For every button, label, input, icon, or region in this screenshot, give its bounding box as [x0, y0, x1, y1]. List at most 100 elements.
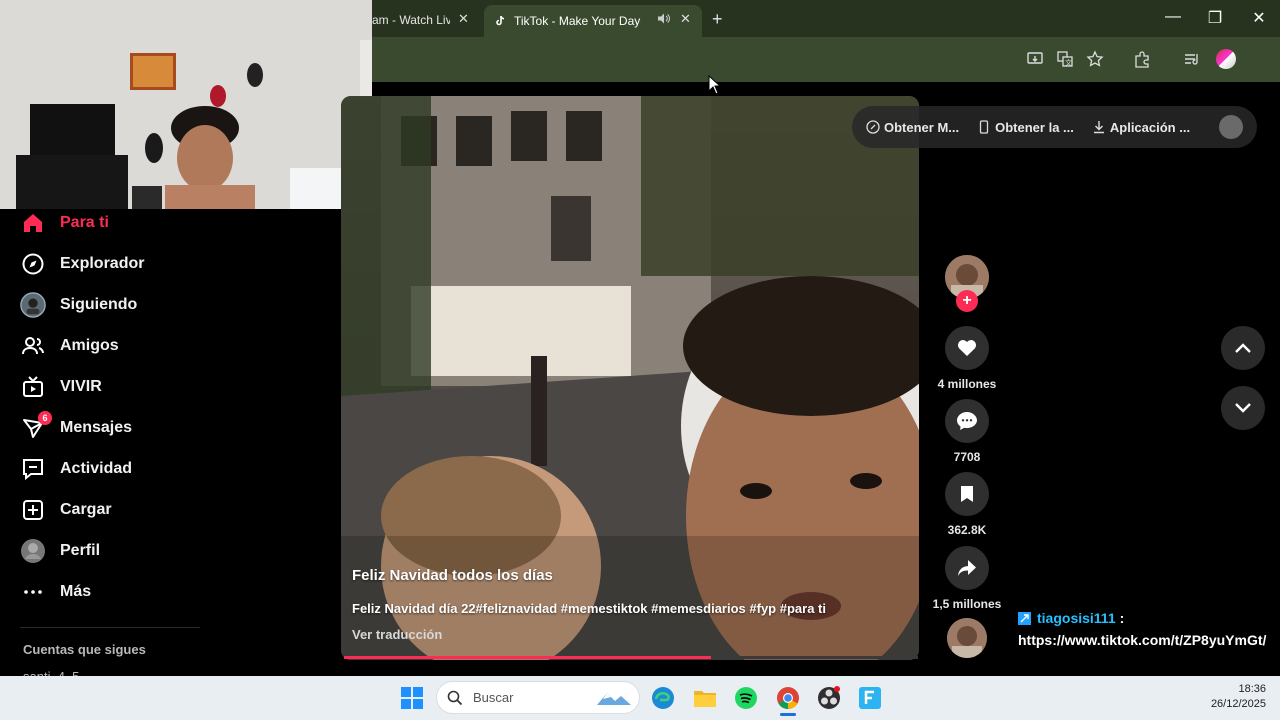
bookmark-icon: [961, 486, 973, 502]
bookmark-star-icon[interactable]: [1086, 50, 1104, 68]
screen: am - Watch Live ✕ TikTok - Make Your Day…: [0, 0, 1280, 720]
pill-label: Obtener la ...: [995, 119, 1074, 135]
sidebar-item-label: Explorador: [60, 255, 145, 272]
video-progress-fill: [344, 656, 712, 659]
new-tab-button[interactable]: +: [712, 9, 723, 30]
live-tv-icon: [20, 374, 46, 400]
video-progress-bar[interactable]: [344, 656, 918, 659]
sidebar-item-label: Actividad: [60, 460, 133, 477]
tab-close-icon[interactable]: ✕: [680, 11, 691, 27]
download-icon: [1093, 121, 1104, 134]
sidebar-item-mas[interactable]: Más: [20, 578, 91, 606]
translate-icon[interactable]: 文: [1056, 50, 1074, 68]
sidebar-item-actividad[interactable]: Actividad: [20, 455, 132, 483]
comment-link[interactable]: https://www.tiktok.com/t/ZP8yuYmGt/: [1018, 632, 1266, 648]
sidebar-item-label: Mensajes: [60, 419, 133, 436]
webcam-image: [0, 0, 372, 209]
heart-icon: [957, 340, 977, 356]
taskbar-clock[interactable]: 18:36 26/12/2025: [1211, 682, 1266, 712]
search-highlight-icon: [597, 692, 631, 705]
user-avatar[interactable]: [1219, 115, 1243, 139]
spotify-icon[interactable]: [734, 686, 758, 710]
sidebar-item-cargar[interactable]: Cargar: [20, 496, 112, 524]
messages-icon: 6: [20, 411, 52, 441]
music-disc-avatar[interactable]: [947, 618, 987, 658]
close-window-button[interactable]: ✕: [1244, 8, 1274, 28]
minimize-button[interactable]: —: [1158, 8, 1188, 26]
compass-icon: [20, 251, 46, 277]
share-count: 1,5 millones: [932, 597, 1002, 611]
video-description[interactable]: Feliz Navidad día 22#feliznavidad #memes…: [352, 601, 826, 616]
sidebar-item-para-ti[interactable]: Para ti: [20, 209, 109, 237]
sidebar-item-label: Más: [60, 583, 92, 600]
get-app-button[interactable]: Obtener la ...: [977, 120, 1074, 135]
chrome-icon[interactable]: [776, 686, 800, 710]
windows-taskbar: [0, 676, 1280, 720]
comment-button[interactable]: [945, 399, 989, 443]
clock-date: 26/12/2025: [1210, 698, 1266, 710]
mouse-cursor-icon: [708, 75, 722, 95]
video-title: Feliz Navidad todos los días: [352, 567, 553, 584]
follow-button[interactable]: +: [956, 290, 978, 312]
search-icon: [447, 690, 463, 705]
extensions-icon[interactable]: [1133, 50, 1151, 68]
coin-icon: [866, 120, 880, 134]
sidebar-item-label: Amigos: [60, 337, 119, 354]
activity-icon: [20, 456, 46, 482]
following-accounts-heading: Cuentas que sigues: [23, 642, 146, 657]
install-app-icon[interactable]: [1026, 50, 1044, 68]
sidebar-item-perfil[interactable]: Perfil: [20, 537, 100, 565]
windows-start-icon[interactable]: [400, 686, 424, 710]
pill-label: Aplicación ...: [1109, 119, 1191, 135]
get-coins-button[interactable]: Obtener M...: [866, 120, 959, 135]
obs-studio-icon[interactable]: [817, 686, 841, 710]
taskbar-search-box[interactable]: Buscar: [436, 681, 640, 714]
maximize-button[interactable]: ❐: [1200, 8, 1230, 28]
audio-playing-icon[interactable]: [657, 12, 670, 25]
save-count: 362.8K: [947, 523, 987, 537]
share-button[interactable]: [945, 546, 989, 590]
sidebar-item-label: Siguiendo: [60, 296, 138, 313]
sidebar-item-label: Para ti: [60, 214, 109, 231]
next-video-button[interactable]: [1221, 386, 1265, 430]
comment-count: 7708: [953, 450, 981, 464]
sidebar-item-siguiendo[interactable]: Siguiendo: [20, 291, 137, 319]
tab-close-icon[interactable]: ✕: [458, 11, 469, 27]
phone-icon: [979, 120, 989, 134]
active-app-indicator: [780, 713, 796, 716]
tiktok-logo-icon: [496, 15, 505, 26]
sidebar-nav: Para ti Explorador Siguiendo Amigos VIVI…: [0, 209, 340, 677]
see-translation-link[interactable]: Ver traducción: [352, 627, 442, 642]
previous-video-button[interactable]: [1221, 326, 1265, 370]
profile-icon: [20, 538, 46, 564]
chevron-up-icon: [1235, 343, 1251, 353]
sidebar-item-vivir[interactable]: VIVIR: [20, 373, 102, 401]
upload-icon: [20, 497, 46, 523]
sidebar-divider: [20, 627, 200, 628]
unread-badge: 6: [38, 411, 52, 425]
profile-avatar-icon[interactable]: [1216, 49, 1236, 69]
desktop-app-button[interactable]: Aplicación ...: [1092, 120, 1190, 135]
chevron-down-icon: [1235, 403, 1251, 413]
clock-time: 18:36: [1238, 683, 1266, 695]
save-button[interactable]: [945, 472, 989, 516]
tab-title: am - Watch Live: [372, 12, 450, 27]
svg-text:文: 文: [1065, 58, 1072, 67]
file-explorer-icon[interactable]: [693, 686, 717, 710]
sidebar-item-amigos[interactable]: Amigos: [20, 332, 119, 360]
chat-badge-icon: [1018, 611, 1031, 625]
pill-label: Obtener M...: [884, 119, 960, 135]
like-count: 4 millones: [937, 377, 997, 391]
like-button[interactable]: [945, 326, 989, 370]
share-arrow-icon: [958, 560, 976, 576]
comment-username: tiagosisi111 :: [1018, 610, 1124, 626]
friends-icon: [20, 333, 46, 359]
sidebar-item-mensajes[interactable]: 6 Mensajes: [20, 411, 133, 442]
app-f-icon[interactable]: [858, 686, 882, 710]
media-queue-icon[interactable]: [1183, 50, 1201, 68]
sidebar-item-explorador[interactable]: Explorador: [20, 250, 144, 278]
sidebar-item-label: Perfil: [60, 542, 101, 559]
following-avatar-icon: [20, 292, 46, 318]
webcam-overlay: [0, 0, 372, 209]
edge-browser-icon[interactable]: [651, 686, 675, 710]
